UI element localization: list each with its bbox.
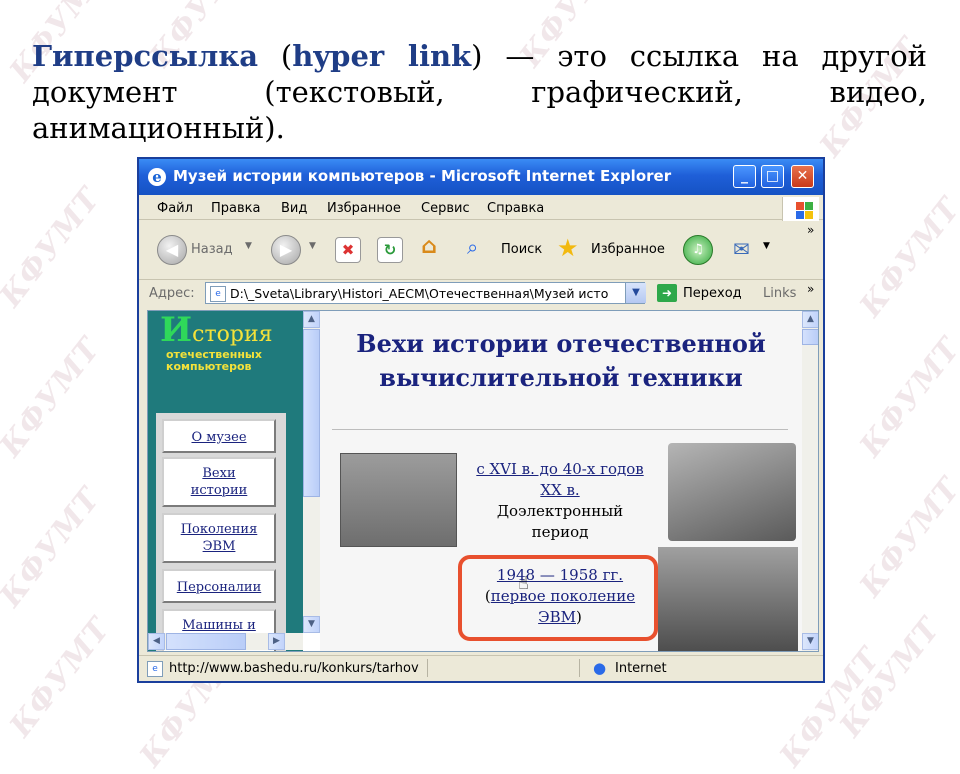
watermark-text: КФУМТ (833, 611, 948, 744)
left-frame-hscrollbar[interactable]: ◀ ▶ (148, 633, 303, 650)
left-frame: История отечественных компьютеров О музе… (148, 311, 303, 651)
menu-help[interactable]: Справка (487, 201, 544, 216)
search-icon[interactable]: ⌕ (467, 235, 478, 259)
hscroll-thumb[interactable] (166, 633, 246, 650)
slide-heading: Гиперссылка (hyper link) — это ссылка на… (32, 38, 927, 146)
scroll-up-icon[interactable]: ▲ (802, 311, 818, 328)
search-button-label[interactable]: Поиск (501, 242, 542, 257)
site-logo: История (160, 313, 273, 348)
scroll-down-icon[interactable]: ▼ (303, 616, 320, 633)
title-bar[interactable]: e Музей истории компьютеров - Microsoft … (139, 159, 823, 195)
status-zone: Internet (615, 661, 667, 676)
go-button-label[interactable]: Переход (683, 286, 742, 301)
back-arrow-icon[interactable]: ◀ (157, 235, 187, 265)
watermark-text: КФУМТ (853, 471, 960, 604)
status-separator (427, 659, 428, 677)
toolbar: ◀ Назад ▼ ▶ ▼ ✖ ↻ ⌂ ⌕ Поиск ★ Избранное … (139, 221, 823, 280)
address-input[interactable]: e D:\_Sveta\Library\Histori_AECM\Отечест… (205, 282, 645, 304)
links-label[interactable]: Links (763, 286, 796, 301)
back-dropdown-icon[interactable]: ▼ (245, 241, 252, 251)
watermark-text: КФУМТ (0, 481, 108, 614)
logo-initial: И (160, 311, 193, 350)
scroll-right-icon[interactable]: ▶ (268, 633, 285, 650)
scroll-left-icon[interactable]: ◀ (148, 633, 165, 650)
main-frame: Вехи истории отечественной вычислительно… (320, 311, 802, 651)
main-frame-scrollbar[interactable]: ▲ ▼ (802, 311, 818, 651)
page-content: История отечественных компьютеров О музе… (147, 310, 819, 652)
watermark-text: КФУМТ (0, 331, 108, 464)
status-separator (579, 659, 580, 677)
scroll-down-icon[interactable]: ▼ (802, 633, 818, 650)
watermark-text: КФУМТ (0, 181, 108, 314)
menu-bar: Файл Правка Вид Избранное Сервис Справка (139, 197, 823, 220)
toolbar-chevron-icon[interactable]: » (807, 223, 814, 237)
browser-window: e Музей истории компьютеров - Microsoft … (137, 157, 825, 683)
mail-icon[interactable]: ✉ (733, 237, 750, 261)
computer-photo-1 (340, 453, 457, 547)
status-bar: e http://www.bashedu.ru/konkurs/tarhov ●… (139, 655, 823, 681)
favorites-button-label[interactable]: Избранное (591, 242, 665, 257)
go-arrow-icon[interactable]: ➜ (657, 284, 677, 302)
minimize-button[interactable]: _ (733, 165, 756, 188)
period1-block: с XVI в. до 40-х годов XX в. Доэлектронн… (470, 459, 650, 543)
heading-term-en: hyper link (292, 39, 472, 73)
address-label: Адрес: (149, 286, 195, 301)
scroll-thumb[interactable] (303, 329, 320, 497)
address-bar: Адрес: e D:\_Sveta\Library\Histori_AECM\… (139, 281, 823, 307)
divider (332, 429, 788, 430)
ie-logo-icon: e (148, 168, 166, 186)
nav-generations[interactable]: Поколения ЭВМ (162, 513, 276, 563)
nav-milestones[interactable]: Вехи истории (162, 457, 276, 507)
computer-photo-3 (658, 547, 798, 651)
forward-dropdown-icon[interactable]: ▼ (309, 241, 316, 251)
links-chevron-icon[interactable]: » (807, 282, 814, 296)
site-nav: О музее Вехи истории Поколения ЭВМ Персо… (156, 413, 286, 651)
menu-favorites[interactable]: Избранное (327, 201, 401, 216)
refresh-icon[interactable]: ↻ (377, 237, 403, 263)
heading-open-paren: ( (258, 39, 293, 73)
logo-word: стория (192, 322, 273, 347)
back-button-label[interactable]: Назад (191, 242, 233, 257)
menu-view[interactable]: Вид (281, 201, 307, 216)
status-url: http://www.bashedu.ru/konkurs/tarhov (169, 661, 419, 676)
globe-icon: ● (593, 659, 607, 677)
hand-cursor-icon: ☝ (518, 573, 529, 594)
nav-people[interactable]: Персоналии (162, 569, 276, 603)
media-icon[interactable]: ♫ (683, 235, 713, 265)
address-url[interactable]: D:\_Sveta\Library\Histori_AECM\Отечестве… (230, 286, 608, 301)
logo-line3: компьютеров (166, 360, 252, 373)
favorites-star-icon[interactable]: ★ (557, 234, 579, 262)
home-icon[interactable]: ⌂ (417, 235, 441, 259)
computer-photo-2 (668, 443, 796, 541)
menu-file[interactable]: Файл (157, 201, 193, 216)
menu-edit[interactable]: Правка (211, 201, 260, 216)
watermark-text: КФУМТ (853, 191, 960, 324)
highlight-box (458, 555, 658, 641)
window-title: Музей истории компьютеров - Microsoft In… (173, 167, 672, 185)
page-title: Вехи истории отечественной вычислительно… (356, 329, 766, 392)
scroll-up-icon[interactable]: ▲ (303, 311, 320, 328)
windows-flag-icon (782, 197, 819, 221)
scroll-thumb[interactable] (802, 329, 818, 345)
heading-term: Гиперссылка (32, 39, 259, 73)
menu-tools[interactable]: Сервис (421, 201, 470, 216)
period1-text: Доэлектронный период (496, 502, 624, 541)
address-dropdown-icon[interactable]: ▼ (625, 283, 646, 303)
watermark-text: КФУМТ (3, 611, 118, 744)
forward-arrow-icon[interactable]: ▶ (271, 235, 301, 265)
nav-about[interactable]: О музее (162, 419, 276, 453)
logo-subtitle: отечественных компьютеров (166, 349, 262, 373)
stop-icon[interactable]: ✖ (335, 237, 361, 263)
mail-dropdown-icon[interactable]: ▼ (763, 241, 770, 251)
maximize-button[interactable]: □ (761, 165, 784, 188)
period1-link[interactable]: с XVI в. до 40-х годов XX в. (476, 460, 643, 499)
close-button[interactable]: ✕ (791, 165, 814, 188)
watermark-text: КФУМТ (853, 331, 960, 464)
left-frame-scrollbar[interactable]: ▲ ▼ (303, 311, 320, 633)
page-icon: e (210, 286, 226, 302)
status-page-icon: e (147, 661, 163, 677)
